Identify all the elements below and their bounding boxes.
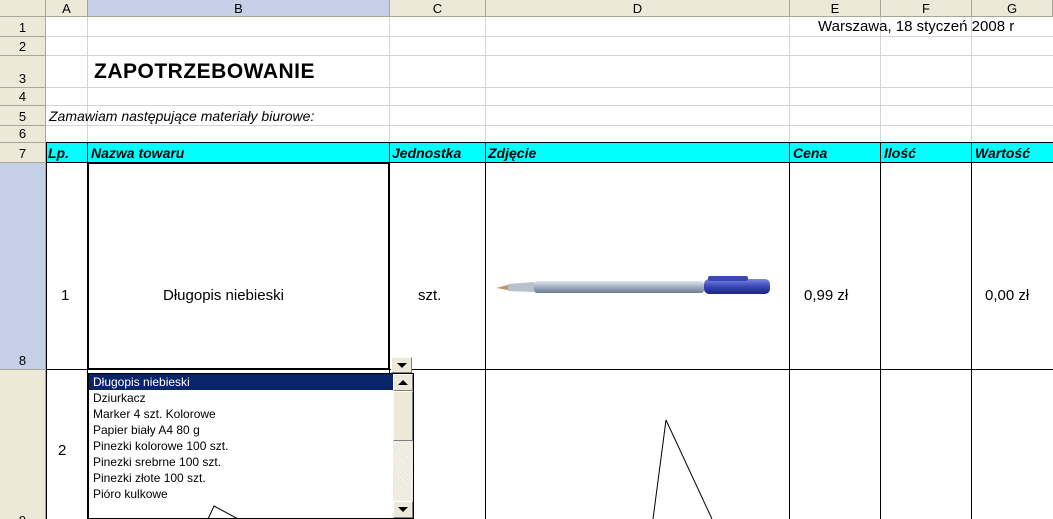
header-value: Wartość [975, 145, 1030, 161]
header-name: Nazwa towaru [91, 145, 185, 161]
row-header-3[interactable]: 3 [0, 56, 46, 88]
document-title: ZAPOTRZEBOWANIE [94, 60, 315, 83]
row2-lp: 2 [58, 442, 67, 459]
column-header-c[interactable]: C [390, 0, 486, 17]
validation-dropdown-button[interactable] [391, 357, 412, 373]
gridline [46, 36, 1053, 37]
header-price: Cena [793, 145, 828, 161]
row-header-8[interactable]: 8 [0, 163, 46, 370]
gridline [46, 55, 1053, 56]
dropdown-option[interactable]: Długopis niebieski [89, 374, 413, 390]
column-header-a[interactable]: A [46, 0, 88, 17]
pen-image [496, 276, 770, 294]
chevron-down-icon [396, 362, 407, 368]
select-all-corner[interactable] [0, 0, 46, 17]
column-header-f[interactable]: F [881, 0, 972, 17]
row-header-6[interactable]: 6 [0, 126, 46, 143]
header-lp: Lp. [48, 145, 69, 161]
intro-text: Zamawiam następujące materiały biurowe: [49, 108, 315, 124]
column-header-e[interactable]: E [790, 0, 881, 17]
dropdown-option[interactable]: Dziurkacz [89, 390, 413, 406]
row-header-5[interactable]: 5 [0, 106, 46, 126]
column-header-b[interactable]: B [88, 0, 390, 17]
table-border [789, 142, 790, 519]
table-border [971, 142, 972, 519]
gridline [46, 87, 1053, 88]
row1-lp: 1 [61, 287, 70, 304]
table-border [46, 142, 47, 519]
date-cell: Warszawa, 18 styczeń 2008 r [818, 18, 1015, 35]
row1-price: 0,99 zł [804, 287, 849, 304]
table-border [880, 142, 881, 519]
row-header-7[interactable]: 7 [0, 143, 46, 163]
scroll-up-button[interactable] [393, 374, 413, 391]
header-qty: Ilość [884, 145, 916, 161]
column-header-g[interactable]: G [972, 0, 1053, 17]
column-header-d[interactable]: D [486, 0, 790, 17]
gridline [46, 125, 1053, 126]
gridline [46, 105, 1053, 106]
row-header-4[interactable]: 4 [0, 88, 46, 106]
active-cell-name[interactable] [87, 162, 390, 370]
row1-value: 0,00 zł [985, 287, 1030, 304]
row1-unit: szt. [418, 287, 442, 304]
header-photo: Zdjęcie [488, 145, 537, 161]
chevron-up-icon [398, 380, 408, 385]
header-unit: Jednostka [392, 145, 462, 161]
row1-name[interactable]: Długopis niebieski [163, 287, 284, 304]
callout-lines [207, 419, 713, 519]
spreadsheet: A B C D E F G 1 2 3 4 5 6 7 8 9 Warszawa… [0, 0, 1053, 519]
row-header-9[interactable]: 9 [0, 370, 46, 519]
table-border [46, 142, 1053, 143]
row-header-1[interactable]: 1 [0, 17, 46, 37]
row-header-2[interactable]: 2 [0, 37, 46, 56]
